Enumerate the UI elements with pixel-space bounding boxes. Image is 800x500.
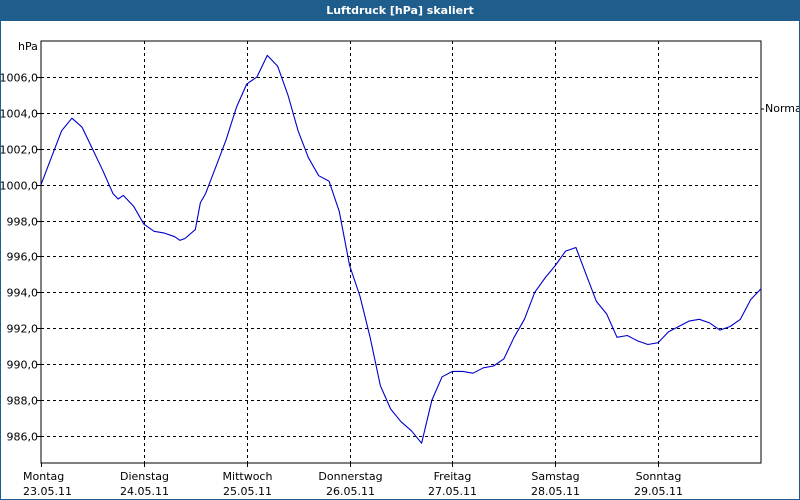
plot-area — [40, 40, 762, 464]
x-tick-date-label: 23.05.11 — [23, 485, 72, 498]
y-tick-label: 988,0 — [7, 395, 39, 408]
x-tick-date-label: 24.05.11 — [120, 485, 169, 498]
chart-window: 986,0 988,0 990,0 992,0 994,0 996,0 998,0 1000,… — [0, 0, 800, 500]
x-tick-day-label: Freitag — [434, 470, 472, 483]
y-tick-label: 998,0 — [7, 216, 39, 229]
y-tick-label: 994,0 — [7, 287, 39, 300]
pressure-chart: 986,0 988,0 990,0 992,0 994,0 996,0 998,0 1000,… — [1, 40, 799, 498]
x-tick-day-label: Mittwoch — [223, 470, 273, 483]
x-tick-date-label: 26.05.11 — [326, 485, 375, 498]
x-tick-date-label: 27.05.11 — [428, 485, 477, 498]
y-tick-label: 1004,0 — [1, 108, 38, 121]
y-tick-label: 986,0 — [7, 431, 39, 444]
x-tick-day-label: Dienstag — [120, 470, 169, 483]
y-tick-label: 992,0 — [7, 323, 39, 336]
x-tick-day-label: Sonntag — [636, 470, 682, 483]
y-tick-label: 990,0 — [7, 359, 39, 372]
chart-title: Luftdruck [hPa] skaliert — [1, 1, 799, 21]
x-tick-date-label: 25.05.11 — [223, 485, 272, 498]
x-tick-date-label: 28.05.11 — [531, 485, 580, 498]
y-axis-unit-label: hPa — [18, 40, 38, 53]
y-tick-label: 996,0 — [7, 251, 39, 264]
x-tick-day-label: Donnerstag — [318, 470, 382, 483]
y-tick-label: 1000,0 — [1, 180, 38, 193]
legend-label-normal: Normal — [765, 102, 799, 115]
y-tick-label: 1002,0 — [1, 144, 38, 157]
y-axis: 986,0 988,0 990,0 992,0 994,0 996,0 998,0 1000,… — [1, 72, 41, 444]
x-tick-day-label: Montag — [23, 470, 64, 483]
x-tick-date-label: 29.05.11 — [634, 485, 683, 498]
y-tick-label: 1006,0 — [1, 72, 38, 85]
x-tick-day-label: Samstag — [531, 470, 579, 483]
